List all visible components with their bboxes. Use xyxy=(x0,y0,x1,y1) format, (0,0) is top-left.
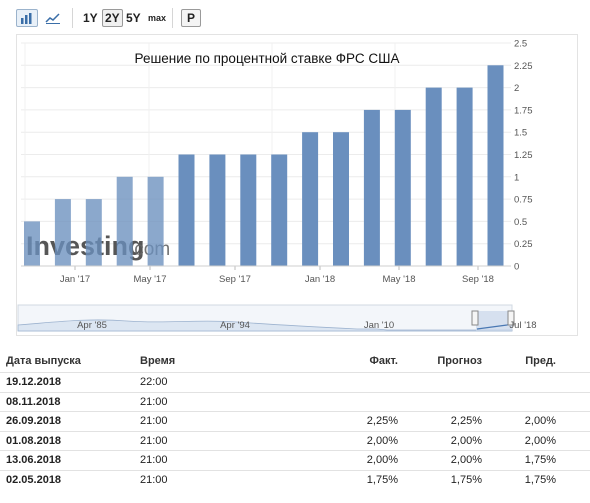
row-forecast: 2,00% xyxy=(450,454,482,466)
row-time: 21:00 xyxy=(140,415,168,427)
y-tick-label: 0.25 xyxy=(514,239,533,250)
navigator-label: Jul '18 xyxy=(509,320,536,331)
row-previous: 1,75% xyxy=(524,454,556,466)
navigator-label: Jan '10 xyxy=(364,320,394,331)
y-tick-label: 0.75 xyxy=(514,195,533,206)
row-date: 26.09.2018 xyxy=(6,415,62,427)
x-tick-label: Jan '17 xyxy=(60,274,90,285)
table-row[interactable]: 02.05.2018 21:00 1,75% 1,75% 1,75% xyxy=(0,469,590,490)
y-tick-label: 1.25 xyxy=(514,150,533,161)
row-forecast: 1,75% xyxy=(450,473,482,486)
period-1y-button[interactable]: 1Y xyxy=(83,9,98,27)
x-tick-label: May '17 xyxy=(134,274,167,285)
y-tick-label: 2 xyxy=(514,83,519,94)
area-chart-icon[interactable] xyxy=(42,9,64,27)
header-forecast[interactable]: Прогноз xyxy=(437,355,482,367)
row-actual: 1,75% xyxy=(366,473,398,486)
bar[interactable] xyxy=(333,132,349,266)
bar[interactable] xyxy=(209,154,226,267)
y-axis-ticks: 0 0.25 0.5 0.75 1 1.25 1.5 1.75 2 2.25 2.5 xyxy=(514,39,533,273)
row-actual: 2,00% xyxy=(366,434,398,447)
table-row[interactable]: 19.12.2018 22:00 xyxy=(0,372,590,392)
navigator-label: Apr '85 xyxy=(77,320,107,331)
bar[interactable] xyxy=(425,87,442,266)
bar[interactable] xyxy=(24,221,40,266)
table-row[interactable]: 01.08.2018 21:00 2,00% 2,00% 2,00% xyxy=(0,430,590,451)
bar[interactable] xyxy=(302,132,319,266)
bar[interactable] xyxy=(85,199,102,266)
bar-chart-icon[interactable] xyxy=(16,9,38,27)
y-tick-label: 2.5 xyxy=(514,39,527,50)
events-table: Дата выпуска Время Факт. Прогноз Пред. 1… xyxy=(0,352,590,489)
toolbar-separator xyxy=(72,8,73,28)
table-row[interactable]: 08.11.2018 21:00 xyxy=(0,391,590,412)
bar[interactable] xyxy=(394,109,411,267)
table-row[interactable]: 26.09.2018 21:00 2,25% 2,25% 2,00% xyxy=(0,411,590,431)
y-tick-label: 1 xyxy=(514,172,519,183)
navigator[interactable]: Apr '85 Apr '94 Jan '10 Jul '18 xyxy=(17,304,537,332)
table-row[interactable]: 13.06.2018 21:00 2,00% 2,00% 1,75% xyxy=(0,450,590,470)
x-tick-label: May '18 xyxy=(383,274,416,285)
row-actual: 2,00% xyxy=(366,454,398,466)
bar[interactable] xyxy=(487,65,504,266)
x-tick-label: Sep '17 xyxy=(219,274,251,285)
toolbar-separator xyxy=(172,8,173,28)
row-forecast: 2,00% xyxy=(450,434,482,447)
y-tick-label: 1.5 xyxy=(514,128,527,139)
bar-series xyxy=(24,65,504,267)
x-axis-ticks: Jan '17 May '17 Sep '17 Jan '18 May '18 Sep '… xyxy=(21,265,511,285)
table-header: Дата выпуска Время Факт. Прогноз Пред. xyxy=(0,352,590,372)
bar-chart: Investing .com 00.250.50.7511.251.51.752… xyxy=(17,39,537,332)
header-date[interactable]: Дата выпуска xyxy=(6,355,81,367)
x-tick-label: Sep '18 xyxy=(462,274,494,285)
bar[interactable] xyxy=(147,176,164,266)
row-forecast: 2,25% xyxy=(450,415,482,427)
row-date: 01.08.2018 xyxy=(6,434,62,447)
row-time: 22:00 xyxy=(140,376,168,388)
row-time: 21:00 xyxy=(140,434,168,447)
period-max-button[interactable]: max xyxy=(148,9,166,27)
row-previous: 2,00% xyxy=(524,434,556,447)
bar[interactable] xyxy=(54,199,71,266)
bar[interactable] xyxy=(271,154,288,267)
header-previous[interactable]: Пред. xyxy=(525,355,556,367)
p-button[interactable]: P xyxy=(181,9,201,27)
navigator-left-handle[interactable] xyxy=(471,310,479,326)
y-tick-label: 2.25 xyxy=(514,61,533,72)
row-time: 21:00 xyxy=(140,473,168,486)
row-actual: 2,25% xyxy=(366,415,398,427)
bar[interactable] xyxy=(240,154,257,267)
y-tick-label: 1.75 xyxy=(514,105,533,116)
row-date: 13.06.2018 xyxy=(6,454,62,466)
row-time: 21:00 xyxy=(140,454,168,466)
row-previous: 2,00% xyxy=(524,415,556,427)
header-actual[interactable]: Факт. xyxy=(370,355,399,367)
chart-container: Investing .com 00.250.50.7511.251.51.752… xyxy=(16,34,578,336)
chart-toolbar: 1Y 2Y 5Y max P xyxy=(0,0,590,34)
row-date: 08.11.2018 xyxy=(6,395,61,408)
row-time: 21:00 xyxy=(140,395,168,408)
row-date: 19.12.2018 xyxy=(6,376,62,388)
y-tick-label: 0 xyxy=(514,262,519,273)
navigator-label: Apr '94 xyxy=(220,320,250,331)
row-date: 02.05.2018 xyxy=(6,473,62,486)
row-previous: 1,75% xyxy=(524,473,556,486)
period-2y-button[interactable]: 2Y xyxy=(102,9,123,27)
header-time[interactable]: Время xyxy=(140,355,175,367)
period-5y-button[interactable]: 5Y xyxy=(126,9,141,27)
bar[interactable] xyxy=(456,87,473,266)
bar[interactable] xyxy=(116,176,133,266)
bar[interactable] xyxy=(363,109,380,267)
y-tick-label: 0.5 xyxy=(514,217,527,228)
x-tick-label: Jan '18 xyxy=(305,274,335,285)
chart-title: Решение по процентной ставке ФРС США xyxy=(135,51,400,66)
bar[interactable] xyxy=(178,154,195,267)
